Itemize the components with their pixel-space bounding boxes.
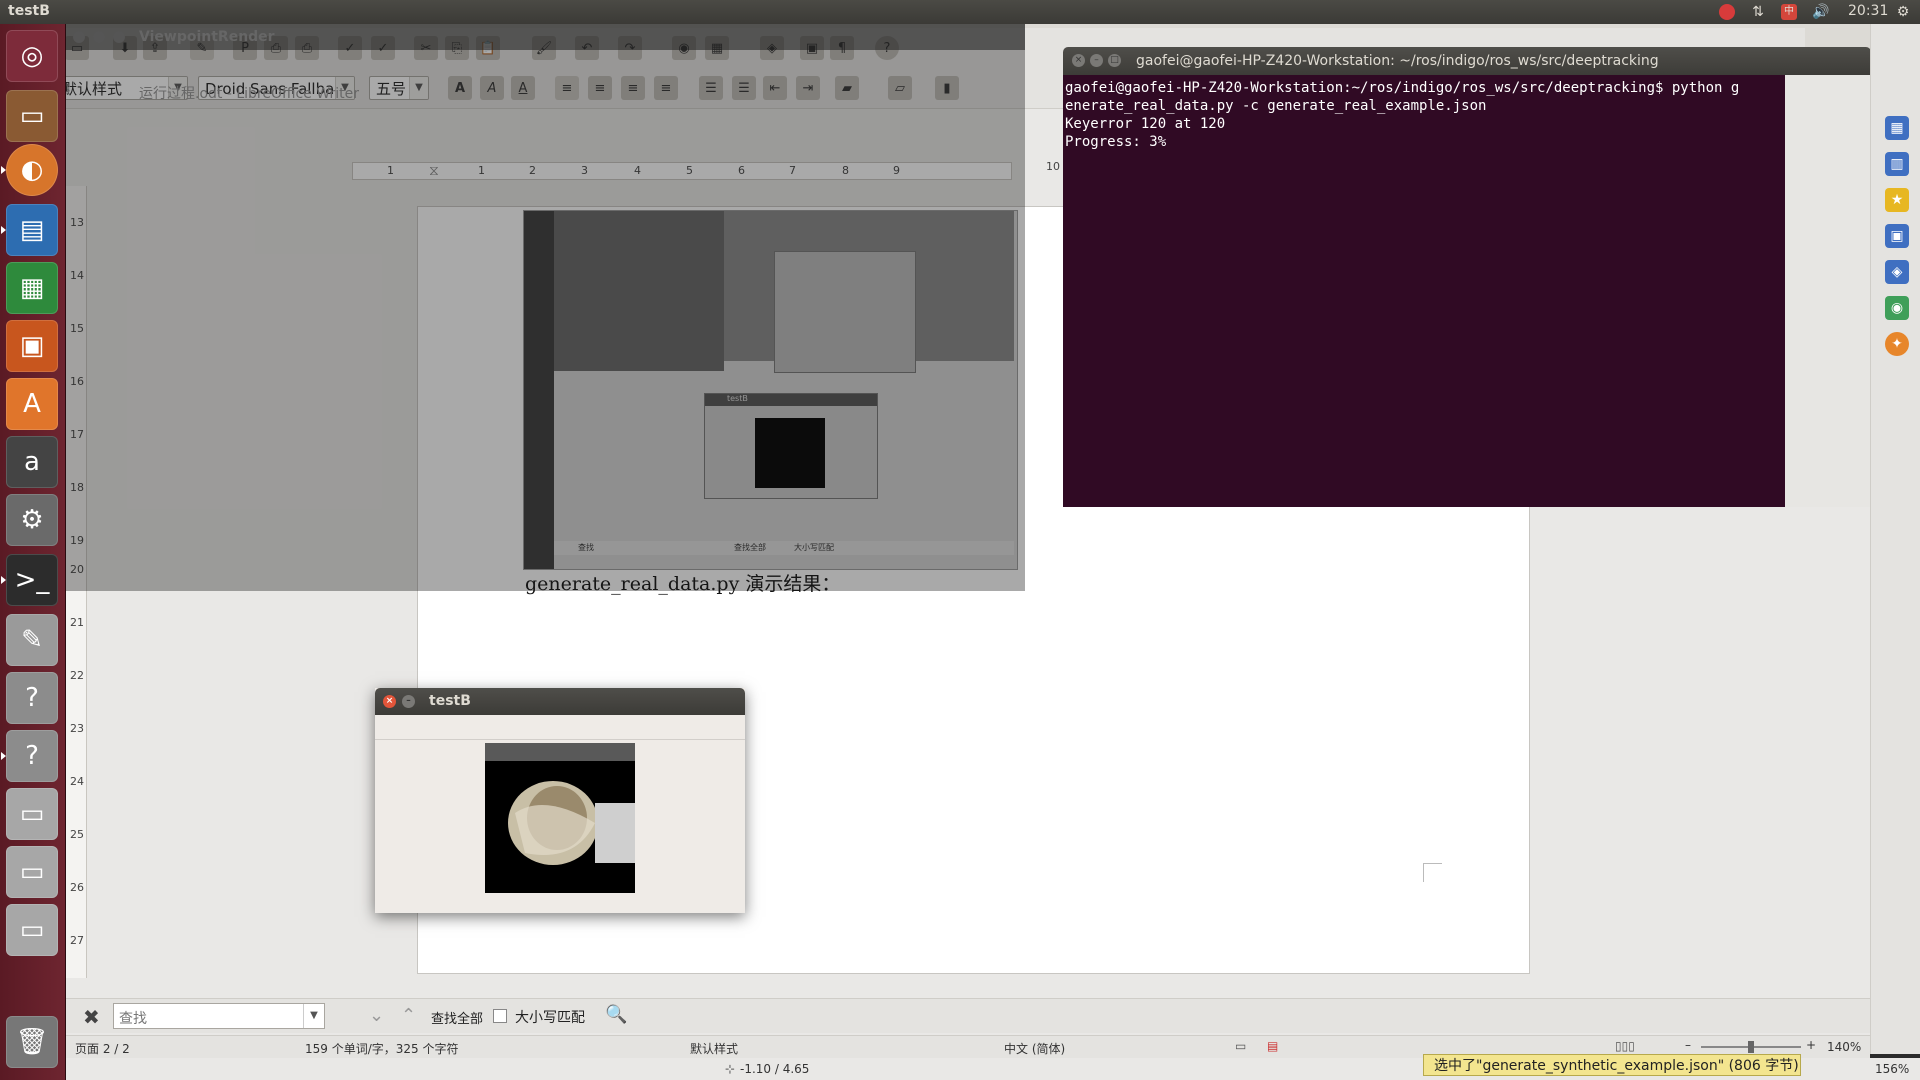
question-icon[interactable]: ? [1, 730, 58, 782]
minimize-icon[interactable] [93, 31, 105, 43]
volume-icon[interactable]: 🔊 [1810, 2, 1832, 22]
word-count: 159 个单词/字，325 个字符 [305, 1042, 459, 1056]
zoom-slider-handle[interactable] [1748, 1041, 1754, 1053]
minimize-icon[interactable]: – [1090, 54, 1103, 67]
settings-wrench-icon[interactable]: ⚙ [6, 494, 58, 546]
ruler-tick-label: 26 [70, 881, 84, 894]
libreoffice-calc-icon[interactable]: ▦ [6, 262, 58, 314]
signature-icon[interactable]: ▤ [1267, 1039, 1278, 1053]
minimize-icon[interactable]: – [402, 695, 415, 708]
terminal-line: gaofei@gaofei-HP-Z420-Workstation:~/ros/… [1065, 80, 1740, 96]
properties-icon[interactable]: ▦ [1885, 116, 1909, 140]
terminal-line: Progress: 3% [1065, 134, 1167, 150]
find-input[interactable]: 查找 ▼ [113, 1003, 325, 1029]
ruler-tick-label: 27 [70, 934, 84, 947]
page-icon[interactable]: ▥ [1885, 152, 1909, 176]
zoom-out-icon[interactable]: – [1685, 1038, 1691, 1052]
writer-window-title: 运行过程.odt - LibreOffice Writer [139, 86, 360, 102]
terminal-icon[interactable]: >_ [1, 554, 58, 606]
ruler-tick-label: 22 [70, 669, 84, 682]
page-indicator: 页面 2 / 2 [75, 1042, 130, 1056]
styles-star-icon[interactable]: ★ [1885, 188, 1909, 212]
gear-icon[interactable]: ⚙ [1892, 2, 1914, 22]
compass-icon[interactable]: ✦ [1885, 332, 1909, 356]
viewpoint-render-title: ViewpointRender [139, 29, 275, 45]
drive-icon[interactable]: ▭ [6, 904, 58, 956]
terminal-titlebar[interactable]: × – □ gaofei@gaofei-HP-Z420-Workstation:… [1063, 47, 1871, 75]
ruler-tick-label: 25 [70, 828, 84, 841]
terminal-title: gaofei@gaofei-HP-Z420-Workstation: ~/ros… [1136, 53, 1659, 69]
file-manager-icon[interactable]: ▭ [6, 90, 58, 142]
navigator-sidebar-icon[interactable]: ◈ [1885, 260, 1909, 284]
find-all-button[interactable]: 查找全部 [431, 1008, 483, 1027]
background-zoom: 156% [1875, 1062, 1910, 1076]
gallery-sidebar-icon[interactable]: ▣ [1885, 224, 1909, 248]
view-layout-icon[interactable]: ▯▯▯ [1615, 1039, 1635, 1053]
input-method-icon[interactable]: 中 [1778, 2, 1800, 22]
chevron-down-icon[interactable]: ▼ [303, 1004, 324, 1028]
maximize-icon[interactable] [113, 31, 125, 43]
drive-icon[interactable]: ▭ [6, 846, 58, 898]
terminal-line: Keyerror 120 at 120 [1065, 116, 1226, 132]
close-icon[interactable]: × [383, 695, 396, 708]
testb-window[interactable]: × – testB [375, 688, 745, 913]
writer-sidebar: ▦ ▥ ★ ▣ ◈ ◉ ✦ [1870, 24, 1920, 1054]
question-icon[interactable]: ? [6, 672, 58, 724]
clock[interactable]: 20:31 [1848, 3, 1888, 19]
text-editor-icon[interactable]: ✎ [6, 614, 58, 666]
close-icon[interactable]: × [1072, 54, 1085, 67]
cursor-coordinates: -1.10 / 4.65 [740, 1062, 810, 1076]
terminal-output[interactable]: gaofei@gaofei-HP-Z420-Workstation:~/ros/… [1063, 75, 1785, 507]
unity-launcher: ◎ ▭ ◐ ▤ ▦ ▣ A a ⚙ >_ ✎ ? ? ▭ ▭ ▭ 🗑 [0, 24, 66, 1080]
testb-toolbar [375, 715, 745, 740]
background-window-fragment [1785, 75, 1871, 507]
zoom-level[interactable]: 140% [1827, 1040, 1861, 1054]
dash-ubuntu-logo-icon[interactable]: ◎ [6, 30, 58, 82]
insert-mode-icon[interactable]: ▭ [1235, 1039, 1246, 1053]
trash-icon[interactable]: 🗑 [6, 1016, 58, 1068]
manage-changes-icon[interactable]: ◉ [1885, 296, 1909, 320]
match-case-checkbox[interactable] [493, 1009, 507, 1023]
libreoffice-writer-icon[interactable]: ▤ [1, 204, 58, 256]
find-next-icon[interactable]: ⌄ [369, 1005, 384, 1026]
viewpoint-render-window[interactable] [65, 24, 1025, 591]
software-center-icon[interactable]: A [6, 378, 58, 430]
drive-icon[interactable]: ▭ [6, 788, 58, 840]
active-app-title: testB [8, 3, 50, 19]
testb-title: testB [429, 693, 471, 709]
selection-tooltip: 选中了"generate_synthetic_example.json" (80… [1423, 1054, 1801, 1076]
terminal-window[interactable]: × – □ gaofei@gaofei-HP-Z420-Workstation:… [1063, 47, 1871, 507]
status-language: 中文 (简体) [1004, 1042, 1066, 1056]
maximize-icon[interactable]: □ [1108, 54, 1121, 67]
ruler-tick-label: 23 [70, 722, 84, 735]
find-replace-icon[interactable]: 🔍 [605, 1004, 627, 1025]
terminal-line: enerate_real_data.py -c generate_real_ex… [1065, 98, 1487, 114]
close-findbar-icon[interactable]: ✖ [83, 1005, 100, 1029]
top-panel: testB ⇅ 中 🔊 20:31 ⚙ [0, 0, 1920, 24]
firefox-icon[interactable]: ◐ [1, 144, 58, 196]
status-style: 默认样式 [690, 1042, 739, 1056]
no-entry-icon[interactable] [1716, 2, 1738, 22]
find-previous-icon[interactable]: ⌃ [401, 1005, 416, 1026]
amazon-icon[interactable]: a [6, 436, 58, 488]
ruler-tick-label: 10 [1046, 160, 1060, 173]
zoom-in-icon[interactable]: + [1806, 1038, 1816, 1052]
match-case-label: 大小写匹配 [515, 1010, 585, 1026]
libreoffice-impress-icon[interactable]: ▣ [6, 320, 58, 372]
ruler-tick-label: 24 [70, 775, 84, 788]
close-icon[interactable] [73, 31, 85, 43]
position-icon: ⊹ [725, 1062, 736, 1076]
find-toolbar: ✖ 查找 ▼ ⌄ ⌃ 查找全部 大小写匹配 🔍 [65, 998, 1870, 1033]
depth-render-image [485, 743, 635, 893]
network-arrows-icon[interactable]: ⇅ [1747, 2, 1769, 22]
page-corner-marker [1423, 863, 1442, 882]
find-placeholder: 查找 [119, 1011, 147, 1027]
ruler-tick-label: 21 [70, 616, 84, 629]
testb-titlebar[interactable]: × – testB [375, 688, 745, 715]
